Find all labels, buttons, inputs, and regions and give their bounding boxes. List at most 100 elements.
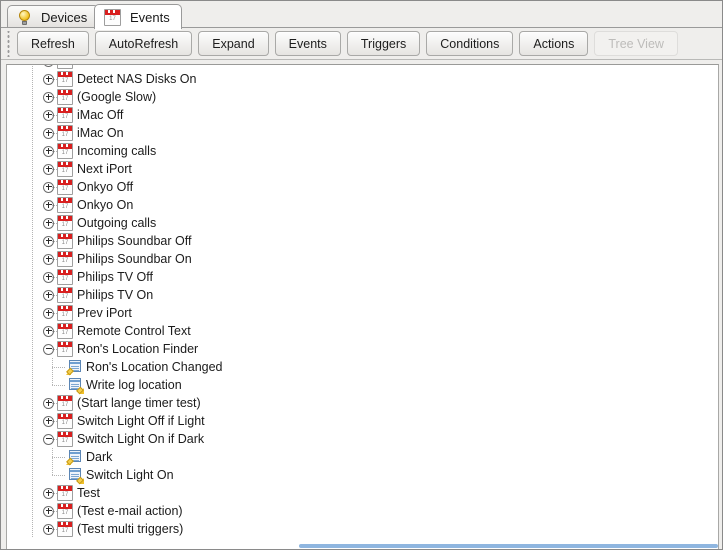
tree-row[interactable]: 17 Philips Soundbar Off	[7, 232, 718, 250]
tree-row[interactable]: 17 (Test multi triggers)	[7, 520, 718, 538]
tree-row[interactable]: 17 Philips TV Off	[7, 268, 718, 286]
tree-indent-guide	[7, 412, 40, 430]
tree-row[interactable]: Dark	[7, 448, 718, 466]
expand-node-icon[interactable]	[40, 160, 57, 178]
tree-indent-guide	[7, 232, 40, 250]
expand-node-icon[interactable]	[40, 268, 57, 286]
collapse-node-icon[interactable]	[40, 430, 57, 448]
calendar-day: 17	[61, 492, 69, 498]
events-tree: 17Detect NAS Disks Off17Detect NAS Disks…	[7, 65, 718, 538]
calendar-icon: 17	[57, 503, 73, 519]
tree-row[interactable]: 17 Ron's Location Finder	[7, 340, 718, 358]
autorefresh-button[interactable]: AutoRefresh	[94, 31, 193, 56]
tree-indent-guide	[7, 70, 40, 88]
tree-row[interactable]: 17 Prev iPort	[7, 304, 718, 322]
tree-row-label: Prev iPort	[77, 306, 132, 320]
expand-node-icon[interactable]	[40, 520, 57, 538]
tree-row[interactable]: 17 (Google Slow)	[7, 88, 718, 106]
tree-row[interactable]: 17 Onkyo On	[7, 196, 718, 214]
calendar-icon: 17	[57, 269, 73, 285]
tree-row[interactable]: 17 iMac Off	[7, 106, 718, 124]
scrollbar-thumb[interactable]	[298, 544, 718, 548]
toolbar-drag-grip[interactable]	[5, 30, 13, 57]
horizontal-scrollbar[interactable]	[7, 542, 718, 549]
expand-node-icon[interactable]	[40, 304, 57, 322]
trigger-icon	[66, 450, 82, 466]
tree-indent-guide	[7, 502, 40, 520]
tree-row[interactable]: 17 iMac On	[7, 124, 718, 142]
tree-child-connector	[40, 466, 67, 484]
tree-row[interactable]: 17 Test	[7, 484, 718, 502]
tree-row-label: Onkyo On	[77, 198, 134, 212]
tree-row[interactable]: Write log location	[7, 376, 718, 395]
expand-node-icon[interactable]	[40, 502, 57, 520]
calendar-icon: 17	[57, 521, 73, 537]
expand-node-icon[interactable]	[40, 70, 57, 88]
calendar-day: 17	[61, 510, 69, 516]
tree-indent-guide	[7, 430, 40, 448]
tree-row[interactable]: 17 Detect NAS Disks On	[7, 70, 718, 88]
expand-node-icon[interactable]	[40, 106, 57, 124]
tree-row[interactable]: 17 Philips Soundbar On	[7, 250, 718, 268]
events-button[interactable]: Events	[274, 31, 341, 56]
expand-node-icon[interactable]	[40, 88, 57, 106]
tree-row[interactable]: 17 (Test e-mail action)	[7, 502, 718, 520]
tree-indent-guide	[7, 304, 40, 322]
tree-indent-guide	[7, 268, 40, 286]
tree-row[interactable]: 17 Remote Control Text	[7, 322, 718, 340]
tree-row[interactable]: 17 Outgoing calls	[7, 214, 718, 232]
tree-indent-guide	[7, 484, 40, 502]
tree-row-label: Switch Light Off if Light	[77, 414, 205, 428]
tree-row[interactable]: 17 Onkyo Off	[7, 178, 718, 196]
tree-row-label: Incoming calls	[77, 144, 157, 158]
expand-button[interactable]: Expand	[198, 31, 269, 56]
tree-row-label: Dark	[86, 450, 113, 464]
conditions-button[interactable]: Conditions	[426, 31, 514, 56]
expand-node-icon[interactable]	[40, 286, 57, 304]
tree-row-label: (Start lange timer test)	[77, 396, 201, 410]
tree-row[interactable]: 17 Switch Light Off if Light	[7, 412, 718, 430]
tree-indent-guide	[7, 466, 40, 484]
expand-node-icon[interactable]	[40, 232, 57, 250]
tab-devices[interactable]: Devices	[7, 5, 100, 28]
refresh-button[interactable]: Refresh	[17, 31, 89, 56]
expand-node-icon[interactable]	[40, 394, 57, 412]
calendar-day: 17	[61, 402, 69, 408]
tree-row[interactable]: 17 Incoming calls	[7, 142, 718, 160]
tree-view-button: Tree View	[594, 31, 678, 56]
expand-node-icon[interactable]	[40, 250, 57, 268]
tree-row[interactable]: Switch Light On	[7, 466, 718, 485]
calendar-day: 17	[61, 96, 69, 102]
expand-node-icon[interactable]	[40, 178, 57, 196]
expand-node-icon[interactable]	[40, 196, 57, 214]
expand-node-icon[interactable]	[40, 124, 57, 142]
tree-indent-guide	[7, 178, 40, 196]
tree-row-label: Outgoing calls	[77, 216, 157, 230]
tree-row[interactable]: Ron's Location Changed	[7, 358, 718, 376]
tree-row[interactable]: 17 Philips TV On	[7, 286, 718, 304]
tree-row[interactable]: 17 Switch Light On if Dark	[7, 430, 718, 448]
expand-node-icon[interactable]	[40, 484, 57, 502]
tree-row[interactable]: 17 Next iPort	[7, 160, 718, 178]
expand-node-icon[interactable]	[40, 142, 57, 160]
tree-row-label: Next iPort	[77, 162, 132, 176]
calendar-day: 17	[61, 420, 69, 426]
tab-events[interactable]: 17 Events	[94, 4, 182, 30]
expand-node-icon[interactable]	[40, 322, 57, 340]
tree-row-label: Write log location	[86, 378, 182, 392]
tree-indent-guide	[7, 520, 40, 538]
tree-row[interactable]: 17 (Start lange timer test)	[7, 394, 718, 412]
collapse-node-icon[interactable]	[40, 340, 57, 358]
calendar-icon: 17	[57, 233, 73, 249]
trigger-icon	[66, 360, 82, 376]
expand-node-icon[interactable]	[40, 214, 57, 232]
tree-row-label: Ron's Location Changed	[86, 360, 223, 374]
tree-row-label: (Google Slow)	[77, 90, 157, 104]
tree-scroll-port[interactable]: 17Detect NAS Disks Off17Detect NAS Disks…	[7, 65, 718, 549]
expand-node-icon[interactable]	[40, 412, 57, 430]
tree-child-connector	[40, 376, 67, 394]
calendar-icon: 17	[57, 431, 73, 447]
calendar-icon: 17	[57, 71, 73, 87]
actions-button[interactable]: Actions	[519, 31, 589, 56]
triggers-button[interactable]: Triggers	[346, 31, 421, 56]
